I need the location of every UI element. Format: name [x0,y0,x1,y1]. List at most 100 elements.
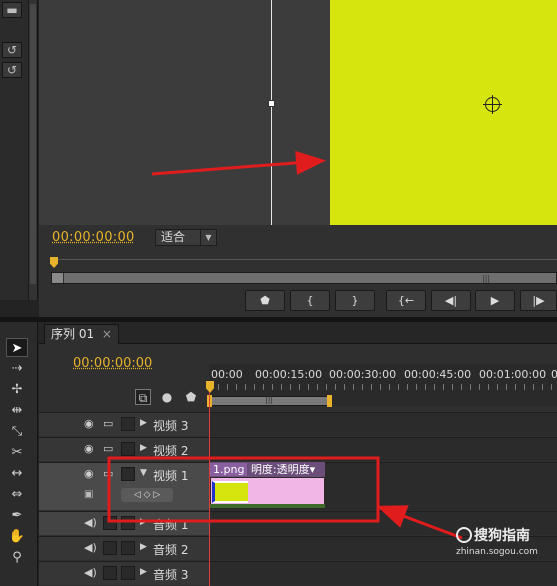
speaker-icon[interactable]: ◀) [84,516,97,529]
lock-toggle[interactable] [121,467,135,481]
sequence-timecode[interactable]: 00:00:00:00 [73,356,152,371]
sogou-logo-icon [456,527,472,543]
clip-effect-menu[interactable]: 明度:透明度▾ [251,463,315,476]
film-icon: ▭ [103,442,114,455]
step-back-button[interactable]: ◀| [431,290,471,311]
reset-icon[interactable]: ↺ [2,62,22,78]
expand-triangle-icon[interactable]: ▶ [140,517,147,527]
lock-toggle[interactable] [121,541,135,555]
track-name: 视频 1 [153,469,189,483]
monitor-controls: 00:00:00:00 适合 ▼ ||| ⬟ { } {← ◀| ▶ |▶ [39,225,557,317]
collapse-triangle-icon[interactable]: ▼ [140,468,147,478]
film-icon: ▭ [103,417,114,430]
yellow-video-frame[interactable] [330,0,557,225]
track-header: ◉ ▭ ▶ 视频 2 [39,438,209,461]
vertical-scrollbar[interactable] [28,0,37,300]
lock-toggle[interactable] [121,442,135,456]
track-name: 音频 1 [153,518,189,532]
collapse-icon[interactable]: ▬ [2,2,22,18]
reset-icon[interactable]: ↺ [2,42,22,58]
effect-controls-strip: ▬ ↺ ↺ [0,0,38,300]
add-marker-button[interactable]: ⬟ [245,290,285,311]
expand-triangle-icon[interactable]: ▶ [140,542,147,552]
mark-out-button[interactable]: } [335,290,375,311]
speaker-icon[interactable]: ◀) [84,541,97,554]
tab-sequence-01[interactable]: 序列 01 × [44,324,119,344]
selection-tool-icon[interactable]: ➤ [6,338,28,357]
close-icon[interactable]: × [102,327,112,341]
lock-toggle[interactable] [121,566,135,580]
timeline-time-ruler[interactable]: 00:00 00:00:15:00 00:00:30:00 00:00:45:0… [207,364,557,407]
slip-tool-icon[interactable]: ↔ [6,464,28,483]
track-area[interactable] [209,438,557,461]
keyframe-navigator[interactable]: ◁ ◇ ▷ [121,488,173,502]
slide-tool-icon[interactable]: ⇔ [6,485,28,504]
chevron-down-icon: ▼ [200,230,216,245]
expand-triangle-icon[interactable]: ▶ [140,567,147,577]
track-header: ◉ ▭ ▼ 视频 1 ▣ ◁ ◇ ▷ [39,463,209,510]
ruler-label: 00:00 [211,368,243,381]
step-forward-button[interactable]: |▶ [520,290,557,311]
expand-triangle-icon[interactable]: ▶ [140,418,147,428]
zoom-fit-select[interactable]: 适合 ▼ [155,229,217,246]
razor-tool-icon[interactable]: ✂ [6,443,28,462]
frame-edge-guide [271,0,272,225]
premiere-workspace: ▬ ↺ ↺ 00:00:00:00 适合 ▼ ||| ⬟ { } {← ◀| ▶… [0,0,557,586]
speaker-icon[interactable]: ◀) [84,566,97,579]
track-name: 音频 3 [153,568,189,582]
track-area[interactable] [209,562,557,585]
track-video-2: ◉ ▭ ▶ 视频 2 [39,437,557,461]
mute-toggle[interactable] [103,516,117,530]
work-area-end[interactable] [327,395,332,407]
program-timecode[interactable]: 00:00:00:00 [52,230,135,245]
ripple-edit-tool-icon[interactable]: ✢ [6,380,28,399]
track-audio-3: ◀) ▶ 音频 3 [39,561,557,585]
scroll-thumb[interactable] [30,4,36,284]
ruler-label: 00:00:15:00 [255,368,323,381]
work-area-bar[interactable]: ||| [209,395,329,406]
monitor-zoom-scrollbar[interactable]: ||| [51,272,557,284]
hand-tool-icon[interactable]: ✋ [6,527,28,546]
expand-triangle-icon[interactable]: ▶ [140,443,147,453]
track-video-3: ◉ ▭ ▶ 视频 3 [39,412,557,436]
clip-body[interactable] [210,477,325,507]
play-button[interactable]: ▶ [475,290,515,311]
mute-toggle[interactable] [103,566,117,580]
eye-icon[interactable]: ◉ [84,417,94,430]
clip-thumbnail [212,481,248,503]
marker-icon[interactable]: ⬟ [183,389,199,405]
lock-toggle[interactable] [121,417,135,431]
track-name: 视频 2 [153,444,189,458]
track-header: ◉ ▭ ▶ 视频 3 [39,413,209,436]
rate-stretch-tool-icon[interactable]: ⤡ [6,422,28,441]
monitor-time-ruler[interactable] [51,259,557,267]
clip-title-bar[interactable]: 1.png 明度:透明度▾ [210,462,325,477]
rolling-edit-tool-icon[interactable]: ⇹ [6,401,28,420]
track-select-tool-icon[interactable]: ⇢ [6,359,28,378]
display-style-icon[interactable]: ▣ [84,489,93,500]
transform-handle[interactable] [268,100,275,107]
set-marker-icon[interactable]: ● [159,389,175,405]
video-clip[interactable]: 1.png 明度:透明度▾ [210,462,325,508]
program-monitor-view[interactable] [39,0,557,225]
mark-in-button[interactable]: { [290,290,330,311]
eye-icon[interactable]: ◉ [84,467,94,480]
pen-tool-icon[interactable]: ✒ [6,506,28,525]
ruler-label: 00:00:30:00 [329,368,397,381]
playhead-line [209,392,210,586]
ruler-label: 0 [551,368,557,381]
snap-icon[interactable]: ⧉ [135,389,151,405]
tools-panel: ➤ ⇢ ✢ ⇹ ⤡ ✂ ↔ ⇔ ✒ ✋ ⚲ [0,322,38,586]
eye-icon[interactable]: ◉ [84,442,94,455]
timeline-tab-bar: 序列 01 × [39,322,557,344]
ruler-label: 00:00:45:00 [404,368,472,381]
ruler-label: 00:01:00:00 [479,368,547,381]
mute-toggle[interactable] [103,541,117,555]
anchor-point-icon[interactable] [483,95,502,114]
scroll-cap[interactable] [52,273,64,283]
track-area[interactable] [209,413,557,436]
zoom-tool-icon[interactable]: ⚲ [6,548,28,567]
go-to-in-button[interactable]: {← [386,290,426,311]
lock-toggle[interactable] [121,516,135,530]
track-header: ◀) ▶ 音频 2 [39,537,209,560]
